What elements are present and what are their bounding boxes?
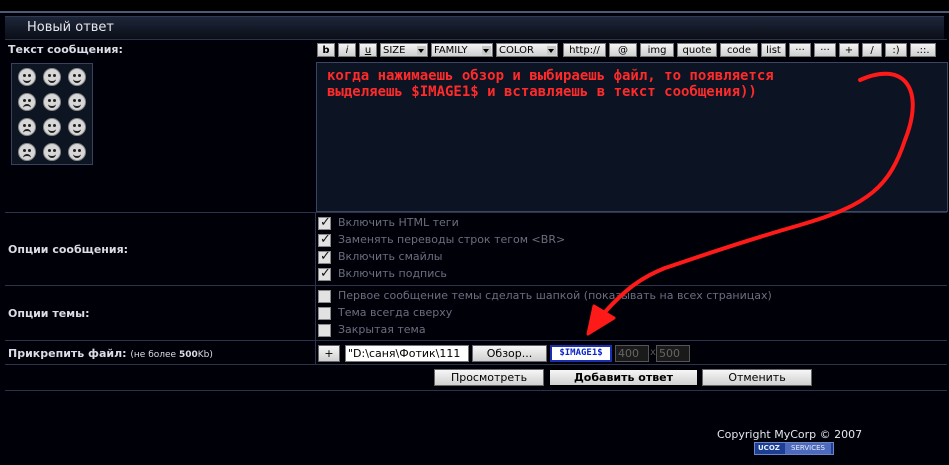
ucoz-badge-left: UCOZ <box>758 444 780 452</box>
copyright-text: Copyright MyCorp © 2007 <box>717 428 863 441</box>
ucoz-badge-right: SERVICES <box>785 443 831 454</box>
annotation-arrow-icon <box>586 71 915 336</box>
ucoz-badge[interactable]: UCOZ SERVICES <box>754 442 834 455</box>
